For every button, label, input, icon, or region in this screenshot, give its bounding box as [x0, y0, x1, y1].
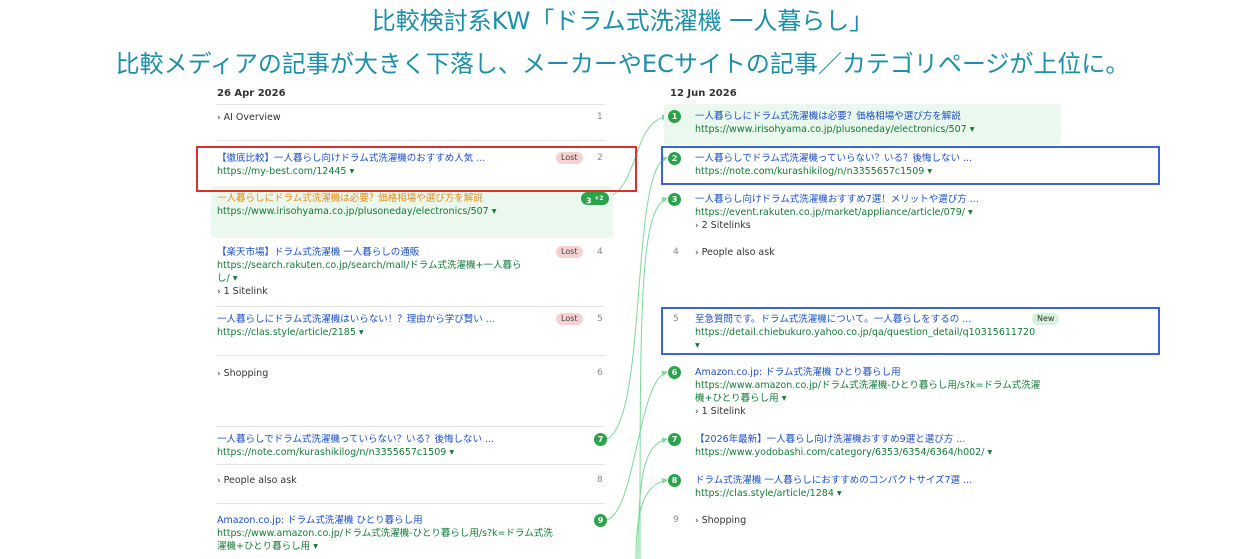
chevron-right-icon: ›: [217, 476, 221, 486]
rank-number: 9: [673, 515, 679, 525]
left-row-9[interactable]: Amazon.co.jp: ドラム式洗濯機 ひとり暮らし用 https://ww…: [217, 514, 607, 553]
result-title[interactable]: 【2026年最新】一人暮らし向け洗濯機おすすめ9選と選び方 ...: [695, 433, 992, 446]
chevron-right-icon: ›: [217, 113, 221, 123]
result-url[interactable]: https://event.rakuten.co.jp/market/appli…: [695, 206, 979, 219]
chevron-right-icon: ›: [695, 248, 699, 258]
divider: [217, 104, 605, 105]
row-label: AI Overview: [223, 112, 281, 123]
result-title[interactable]: 一人暮らしにドラム式洗濯機は必要？価格相場や選び方を解説: [695, 110, 975, 123]
result-url-cont[interactable]: し/ ▾: [217, 272, 607, 285]
result-url[interactable]: https://clas.style/article/2185 ▾: [217, 326, 607, 339]
connector-new-right3: [639, 197, 668, 559]
sitelink-toggle[interactable]: › 2 Sitelinks: [695, 219, 979, 233]
rank-number: 1: [597, 112, 603, 122]
right-row-1[interactable]: 1 一人暮らしにドラム式洗濯機は必要？価格相場や選び方を解説 https://w…: [664, 104, 1061, 145]
chevron-right-icon: ›: [695, 516, 699, 526]
rank-number: 5: [597, 314, 603, 324]
sitelink-toggle[interactable]: › 1 Sitelink: [217, 285, 607, 299]
chevron-right-icon: ›: [695, 407, 699, 417]
left-row-3[interactable]: 一人暮らしにドラム式洗濯機は必要？価格相場や選び方を解説 https://www…: [211, 186, 613, 238]
rank-change-connectors: [604, 114, 668, 559]
left-row-8[interactable]: › People also ask 8: [217, 474, 607, 488]
result-url[interactable]: https://www.irisohyama.co.jp/plusoneday/…: [217, 205, 497, 218]
result-url[interactable]: https://clas.style/article/1284 ▾: [695, 487, 972, 500]
lost-badge: Lost: [556, 246, 583, 258]
result-url[interactable]: https://www.amazon.co.jp/ドラム式洗濯機-ひとり暮らし用…: [217, 527, 607, 540]
rank-number: 4: [597, 247, 603, 257]
result-title[interactable]: 一人暮らしにドラム式洗濯機はいらない！？理由から学び賢い ...: [217, 313, 607, 326]
row-label: People also ask: [701, 247, 775, 258]
right-date: 12 Jun 2026: [670, 88, 737, 99]
result-url-cont[interactable]: 機+ひとり暮らし用 ▾: [695, 392, 1040, 405]
rank-number: 4: [673, 247, 679, 257]
connector-left9-right6: [606, 370, 668, 521]
result-title[interactable]: Amazon.co.jp: ドラム式洗濯機 ひとり暮らし用: [695, 366, 1040, 379]
result-url[interactable]: https://www.irisohyama.co.jp/plusoneday/…: [695, 123, 975, 136]
result-url[interactable]: https://search.rakuten.co.jp/search/mall…: [217, 259, 607, 272]
result-title[interactable]: 一人暮らしにドラム式洗濯機は必要？価格相場や選び方を解説: [217, 192, 497, 205]
row-label: Shopping: [223, 368, 269, 379]
chevron-right-icon: ›: [217, 287, 221, 297]
left-row-7[interactable]: 一人暮らしでドラム式洗濯機っていらない？いる？後悔しない ... https:/…: [217, 433, 607, 459]
rank-number: 8: [597, 475, 603, 485]
result-title[interactable]: 一人暮らしでドラム式洗濯機っていらない？いる？後悔しない ...: [217, 433, 607, 446]
connector-left7-right2: [606, 156, 668, 440]
result-url[interactable]: https://note.com/kurashikilog/n/n3355657…: [217, 446, 607, 459]
result-url-cont[interactable]: 濯機+ひとり暮らし用 ▾: [217, 540, 607, 553]
lost-highlight-box: [196, 146, 637, 192]
rank-badge: 7: [668, 433, 681, 446]
result-title[interactable]: Amazon.co.jp: ドラム式洗濯機 ひとり暮らし用: [217, 514, 607, 527]
result-title[interactable]: 一人暮らし向けドラム式洗濯機おすすめ7選！メリットや選び方 ...: [695, 193, 979, 206]
left-row-4[interactable]: 【楽天市場】ドラム式洗濯機 一人暮らしの通販 https://search.ra…: [217, 246, 607, 299]
result-url[interactable]: https://www.amazon.co.jp/ドラム式洗濯機-ひとり暮らし用…: [695, 379, 1040, 392]
new-highlight-box: [661, 307, 1160, 355]
gain-highlight-box: [661, 146, 1160, 185]
rank-number: 6: [597, 368, 603, 378]
result-url[interactable]: https://www.yodobashi.com/category/6353/…: [695, 446, 992, 459]
chevron-right-icon: ›: [695, 221, 699, 231]
rank-badge: 7: [594, 433, 607, 446]
left-row-5[interactable]: 一人暮らしにドラム式洗濯機はいらない！？理由から学び賢い ... https:/…: [217, 313, 607, 339]
chevron-right-icon: ›: [217, 369, 221, 379]
left-row-6[interactable]: › Shopping 6: [217, 367, 607, 381]
result-title[interactable]: ドラム式洗濯機 一人暮らしにおすすめのコンパクトサイズ7選 ...: [695, 474, 972, 487]
sitelink-toggle[interactable]: › 1 Sitelink: [695, 405, 1040, 419]
rank-badge: 8: [668, 474, 681, 487]
rank-badge: 1: [668, 110, 681, 123]
rank-badge: 6: [668, 366, 681, 379]
connector-new-right7: [637, 437, 668, 559]
left-row-1[interactable]: › AI Overview 1: [217, 111, 607, 125]
row-label: Shopping: [701, 515, 747, 526]
rank-badge: 9: [594, 514, 607, 527]
rank-badge: 3: [668, 193, 681, 206]
left-date: 26 Apr 2026: [217, 88, 286, 99]
rank-badge: 3 +2: [581, 192, 609, 206]
lost-badge: Lost: [556, 313, 583, 325]
row-label: People also ask: [223, 475, 297, 486]
result-title[interactable]: 【楽天市場】ドラム式洗濯機 一人暮らしの通販: [217, 246, 607, 259]
